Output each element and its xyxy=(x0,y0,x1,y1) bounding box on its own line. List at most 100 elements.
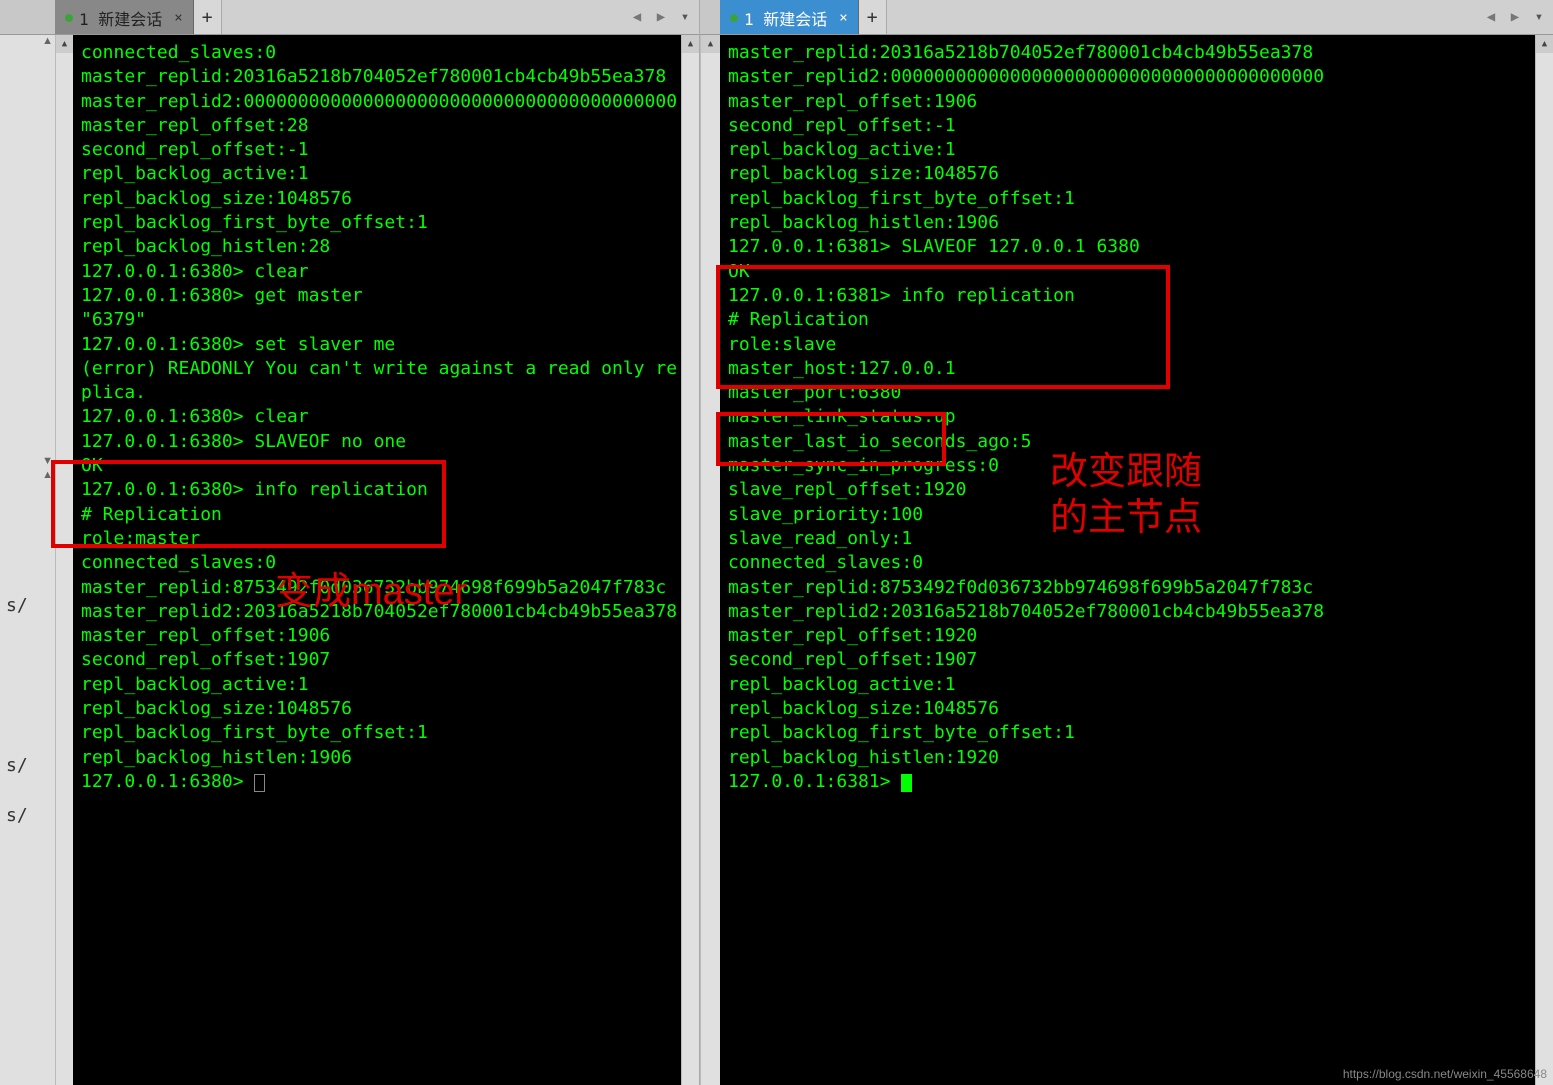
terminal-line: repl_backlog_first_byte_offset:1 xyxy=(728,721,1533,745)
terminal-line: slave_repl_offset:1920 xyxy=(728,478,1533,502)
scrollbar-inner-left[interactable]: ▲ xyxy=(55,35,73,1085)
terminal-line: master_replid2:0000000000000000000000000… xyxy=(728,65,1533,89)
tab-nav: ◀ ▶ ▾ xyxy=(1481,0,1553,34)
scroll-up-icon[interactable]: ▲ xyxy=(1536,35,1553,53)
tab-bar-right: 1 新建会话 × + ◀ ▶ ▾ xyxy=(700,0,1553,35)
terminal-line: master_last_io_seconds_ago:5 xyxy=(728,430,1533,454)
tab-session-1-right[interactable]: 1 新建会话 × xyxy=(720,0,859,34)
terminal-line: master_repl_offset:28 xyxy=(81,114,679,138)
scroll-up-icon[interactable]: ▲ xyxy=(701,35,720,53)
terminal-line: second_repl_offset:1907 xyxy=(81,648,679,672)
gutter-item: s/ xyxy=(0,595,55,616)
terminal-line: master_replid:20316a5218b704052ef780001c… xyxy=(81,65,679,89)
gutter-item: s/ xyxy=(0,805,55,826)
watermark: https://blog.csdn.net/weixin_45568648 xyxy=(1343,1067,1547,1081)
terminal-line: master_repl_offset:1906 xyxy=(728,90,1533,114)
terminal-line: second_repl_offset:1907 xyxy=(728,648,1533,672)
terminal-line: master_replid:8753492f0d036732bb974698f6… xyxy=(728,576,1533,600)
terminal-line: 127.0.0.1:6380> set slaver me xyxy=(81,333,679,357)
terminal-line: master_replid:8753492f0d036732bb974698f6… xyxy=(81,576,679,600)
tab-menu-icon[interactable]: ▾ xyxy=(1529,9,1549,25)
scroll-up-icon[interactable]: ▲ xyxy=(56,35,73,53)
terminal-line: repl_backlog_size:1048576 xyxy=(728,697,1533,721)
terminal-prompt-line: 127.0.0.1:6381> xyxy=(728,770,1533,794)
terminal-line: OK xyxy=(728,260,1533,284)
terminal-line: slave_priority:100 xyxy=(728,503,1533,527)
term-body-right: ▲ master_replid:20316a5218b704052ef78000… xyxy=(700,35,1553,1085)
scroll-up-icon[interactable]: ▲ xyxy=(682,35,699,53)
terminal-line: repl_backlog_first_byte_offset:1 xyxy=(728,187,1533,211)
terminal-line: connected_slaves:0 xyxy=(81,41,679,65)
add-tab-button[interactable]: + xyxy=(194,0,222,34)
scroll-up-icon-2[interactable]: ▲ xyxy=(0,469,55,481)
terminal-line: repl_backlog_histlen:1906 xyxy=(728,211,1533,235)
tab-bar-gutter xyxy=(700,0,720,34)
terminal-line: master_replid2:0000000000000000000000000… xyxy=(81,90,679,114)
tab-nav: ◀ ▶ ▾ xyxy=(627,0,699,34)
scroll-up-icon[interactable]: ▲ xyxy=(0,35,55,47)
terminal-line: repl_backlog_active:1 xyxy=(81,673,679,697)
terminal-line: slave_read_only:1 xyxy=(728,527,1533,551)
term-body-left: ▲ ▼ ▲ s/ s/ s/ ▲ connected_slaves:0maste… xyxy=(0,35,699,1085)
terminal-prompt-line: 127.0.0.1:6380> xyxy=(81,770,679,794)
terminal-line: (error) READONLY You can't write against… xyxy=(81,357,679,406)
terminal-right[interactable]: master_replid:20316a5218b704052ef780001c… xyxy=(720,35,1535,1085)
terminal-line: 127.0.0.1:6380> clear xyxy=(81,405,679,429)
terminal-line: 127.0.0.1:6381> info replication xyxy=(728,284,1533,308)
terminal-line: master_sync_in_progress:0 xyxy=(728,454,1533,478)
terminal-line: master_replid:20316a5218b704052ef780001c… xyxy=(728,41,1533,65)
terminal-line: 127.0.0.1:6380> get master xyxy=(81,284,679,308)
terminal-line: repl_backlog_active:1 xyxy=(81,162,679,186)
scrollbar-outer-left[interactable]: ▲ xyxy=(681,35,699,1085)
status-dot-icon xyxy=(730,14,738,22)
status-dot-icon xyxy=(65,14,73,22)
terminal-line: role:slave xyxy=(728,333,1533,357)
close-icon[interactable]: × xyxy=(174,10,182,26)
add-tab-button[interactable]: + xyxy=(859,0,887,34)
left-gutter: ▲ ▼ ▲ s/ s/ s/ xyxy=(0,35,55,1085)
terminal-line: master_port:6380 xyxy=(728,381,1533,405)
terminal-line: 127.0.0.1:6380> clear xyxy=(81,260,679,284)
terminal-line: repl_backlog_size:1048576 xyxy=(81,187,679,211)
terminal-left[interactable]: connected_slaves:0master_replid:20316a52… xyxy=(73,35,681,1085)
tab-label: 1 新建会话 xyxy=(744,6,827,30)
scrollbar-outer-right[interactable]: ▲ xyxy=(1535,35,1553,1085)
terminal-line: connected_slaves:0 xyxy=(728,551,1533,575)
tab-next-icon[interactable]: ▶ xyxy=(1505,9,1525,25)
terminal-line: master_replid2:20316a5218b704052ef780001… xyxy=(81,600,679,624)
terminal-line: "6379" xyxy=(81,308,679,332)
terminal-line: master_repl_offset:1906 xyxy=(81,624,679,648)
terminal-line: repl_backlog_histlen:1906 xyxy=(81,746,679,770)
tab-prev-icon[interactable]: ◀ xyxy=(627,9,647,25)
cursor xyxy=(254,774,265,792)
terminal-line: repl_backlog_size:1048576 xyxy=(81,697,679,721)
close-icon[interactable]: × xyxy=(839,10,847,26)
terminal-line: master_link_status:up xyxy=(728,405,1533,429)
scrollbar-inner-right[interactable]: ▲ xyxy=(700,35,720,1085)
terminal-line: repl_backlog_active:1 xyxy=(728,138,1533,162)
terminal-line: 127.0.0.1:6381> SLAVEOF 127.0.0.1 6380 xyxy=(728,235,1533,259)
terminal-line: master_host:127.0.0.1 xyxy=(728,357,1533,381)
tab-next-icon[interactable]: ▶ xyxy=(651,9,671,25)
tab-menu-icon[interactable]: ▾ xyxy=(675,9,695,25)
terminal-line: master_replid2:20316a5218b704052ef780001… xyxy=(728,600,1533,624)
terminal-line: repl_backlog_first_byte_offset:1 xyxy=(81,721,679,745)
terminal-line: # Replication xyxy=(81,503,679,527)
terminal-line: second_repl_offset:-1 xyxy=(81,138,679,162)
terminal-line: role:master xyxy=(81,527,679,551)
terminal-line: second_repl_offset:-1 xyxy=(728,114,1533,138)
terminal-line: 127.0.0.1:6380> SLAVEOF no one xyxy=(81,430,679,454)
tab-prev-icon[interactable]: ◀ xyxy=(1481,9,1501,25)
terminal-line: connected_slaves:0 xyxy=(81,551,679,575)
tab-bar-gutter xyxy=(0,0,55,34)
terminal-line: repl_backlog_histlen:1920 xyxy=(728,746,1533,770)
terminal-line: repl_backlog_active:1 xyxy=(728,673,1533,697)
terminal-line: # Replication xyxy=(728,308,1533,332)
scroll-down-icon[interactable]: ▼ xyxy=(0,455,55,467)
cursor xyxy=(901,774,912,792)
tab-session-1-left[interactable]: 1 新建会话 × xyxy=(55,0,194,34)
right-pane: 1 新建会话 × + ◀ ▶ ▾ ▲ master_replid:20316a5… xyxy=(700,0,1553,1085)
terminal-line: OK xyxy=(81,454,679,478)
tab-bar-left: 1 新建会话 × + ◀ ▶ ▾ xyxy=(0,0,699,35)
tab-label: 1 新建会话 xyxy=(79,6,162,30)
